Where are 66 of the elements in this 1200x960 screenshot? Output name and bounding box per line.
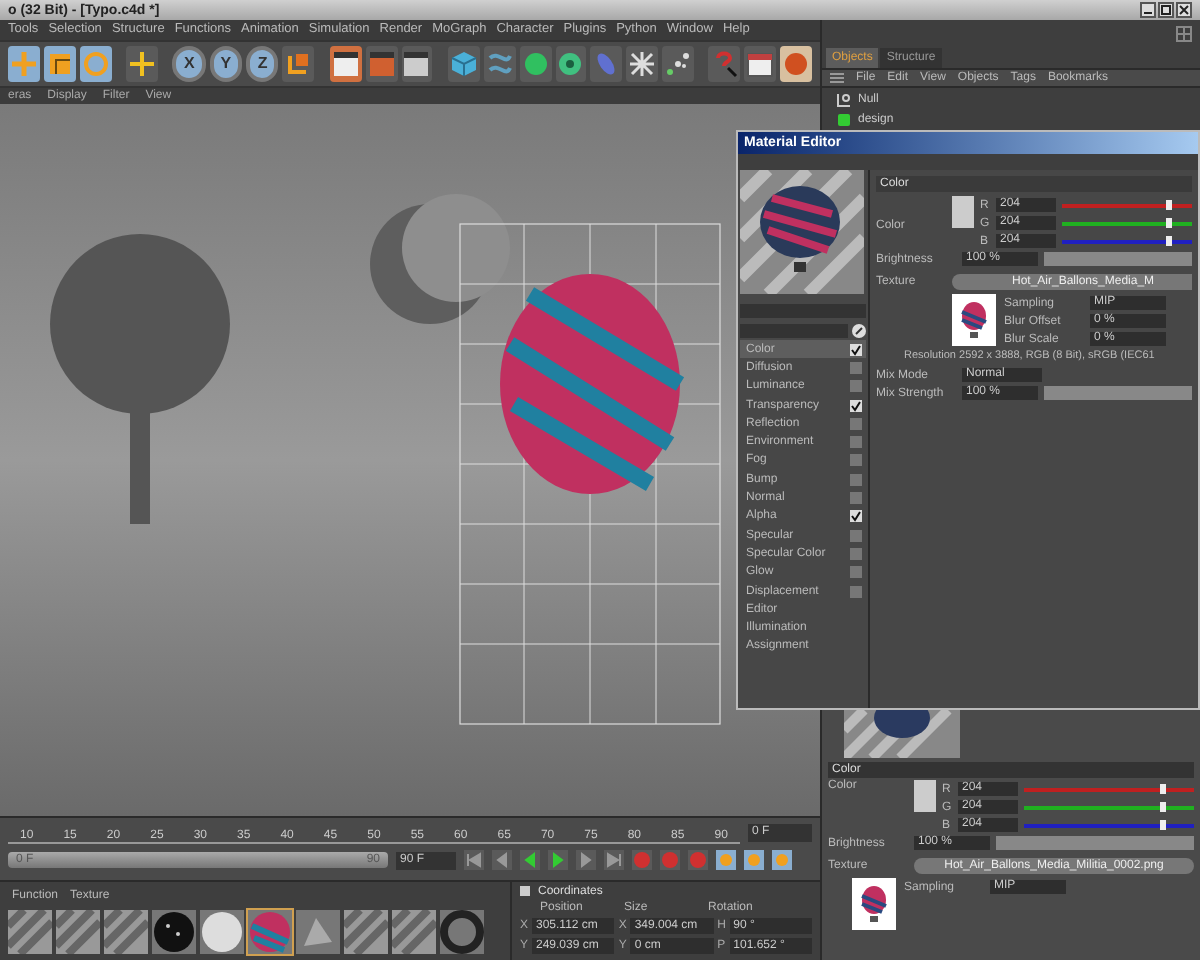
minimize-icon[interactable] xyxy=(1140,2,1156,18)
crosshair-icon[interactable] xyxy=(126,46,158,82)
go-to-start-icon[interactable] xyxy=(464,850,484,870)
checkbox[interactable] xyxy=(850,343,862,356)
mix-strength-slider[interactable] xyxy=(1044,386,1192,400)
brightness-slider[interactable] xyxy=(1044,252,1192,266)
null-object-icon xyxy=(836,92,852,108)
color-swatch[interactable] xyxy=(914,780,936,812)
previous-frame-icon[interactable] xyxy=(492,850,512,870)
checkbox[interactable] xyxy=(850,361,862,374)
checkbox[interactable] xyxy=(850,492,862,505)
checkbox[interactable] xyxy=(850,510,862,523)
scale-icon[interactable] xyxy=(43,46,76,82)
material-swatch[interactable] xyxy=(248,910,292,954)
axis-button[interactable]: X xyxy=(172,46,206,82)
material-swatch[interactable] xyxy=(104,910,148,954)
object-icon xyxy=(836,112,852,128)
spline-icon[interactable] xyxy=(483,46,516,82)
slider-thumb[interactable] xyxy=(1166,217,1172,227)
maximize-icon[interactable] xyxy=(1158,2,1174,18)
slider-thumb[interactable] xyxy=(1166,199,1172,209)
coordinate-system-icon[interactable] xyxy=(282,46,315,82)
checkbox[interactable] xyxy=(850,436,862,449)
brush-icon[interactable] xyxy=(852,324,866,338)
material-name-field[interactable] xyxy=(740,304,866,318)
material-swatch[interactable] xyxy=(392,910,436,954)
close-icon[interactable] xyxy=(1176,2,1192,18)
material-swatch[interactable] xyxy=(440,910,484,954)
checkbox[interactable] xyxy=(850,585,862,597)
next-frame-icon[interactable] xyxy=(576,850,596,870)
menu-icon[interactable] xyxy=(830,72,844,84)
brightness-slider[interactable] xyxy=(996,836,1194,850)
material-swatch[interactable] xyxy=(344,910,388,954)
material-swatch[interactable] xyxy=(56,910,100,954)
slider-thumb[interactable] xyxy=(1160,819,1166,829)
checkbox[interactable] xyxy=(850,547,862,560)
slider-thumb[interactable] xyxy=(1166,235,1172,245)
calendar-icon[interactable] xyxy=(744,46,777,82)
axis-button[interactable]: Y xyxy=(209,46,243,82)
checkbox[interactable] xyxy=(850,399,862,412)
texture-thumbnail xyxy=(952,294,996,346)
checkbox[interactable] xyxy=(850,417,862,430)
channel-filter-field[interactable] xyxy=(740,324,848,338)
texture-thumbnail xyxy=(852,878,896,930)
cube-icon[interactable] xyxy=(447,46,480,82)
rotate-icon[interactable] xyxy=(79,46,112,82)
material-swatch[interactable] xyxy=(296,910,340,954)
checkbox[interactable] xyxy=(850,380,862,393)
layout-icon[interactable] xyxy=(1176,26,1192,42)
slider-thumb[interactable] xyxy=(1160,783,1166,793)
checkbox[interactable] xyxy=(850,473,862,486)
color-swatch[interactable] xyxy=(952,196,974,228)
panel-icon xyxy=(520,886,530,896)
checkbox[interactable] xyxy=(850,529,862,542)
material-swatch[interactable] xyxy=(8,910,52,954)
particles-icon[interactable] xyxy=(662,46,694,82)
go-to-end-icon[interactable] xyxy=(604,850,624,870)
material-swatch[interactable] xyxy=(200,910,244,954)
play-backward-icon[interactable] xyxy=(520,850,540,870)
axis-button[interactable]: Z xyxy=(246,46,279,82)
material-swatch[interactable] xyxy=(152,910,196,954)
clapboard-icon[interactable] xyxy=(329,46,362,82)
checkbox[interactable] xyxy=(850,454,862,467)
slider-thumb[interactable] xyxy=(1160,801,1166,811)
play-icon[interactable] xyxy=(548,850,568,870)
checkbox[interactable] xyxy=(850,566,862,579)
